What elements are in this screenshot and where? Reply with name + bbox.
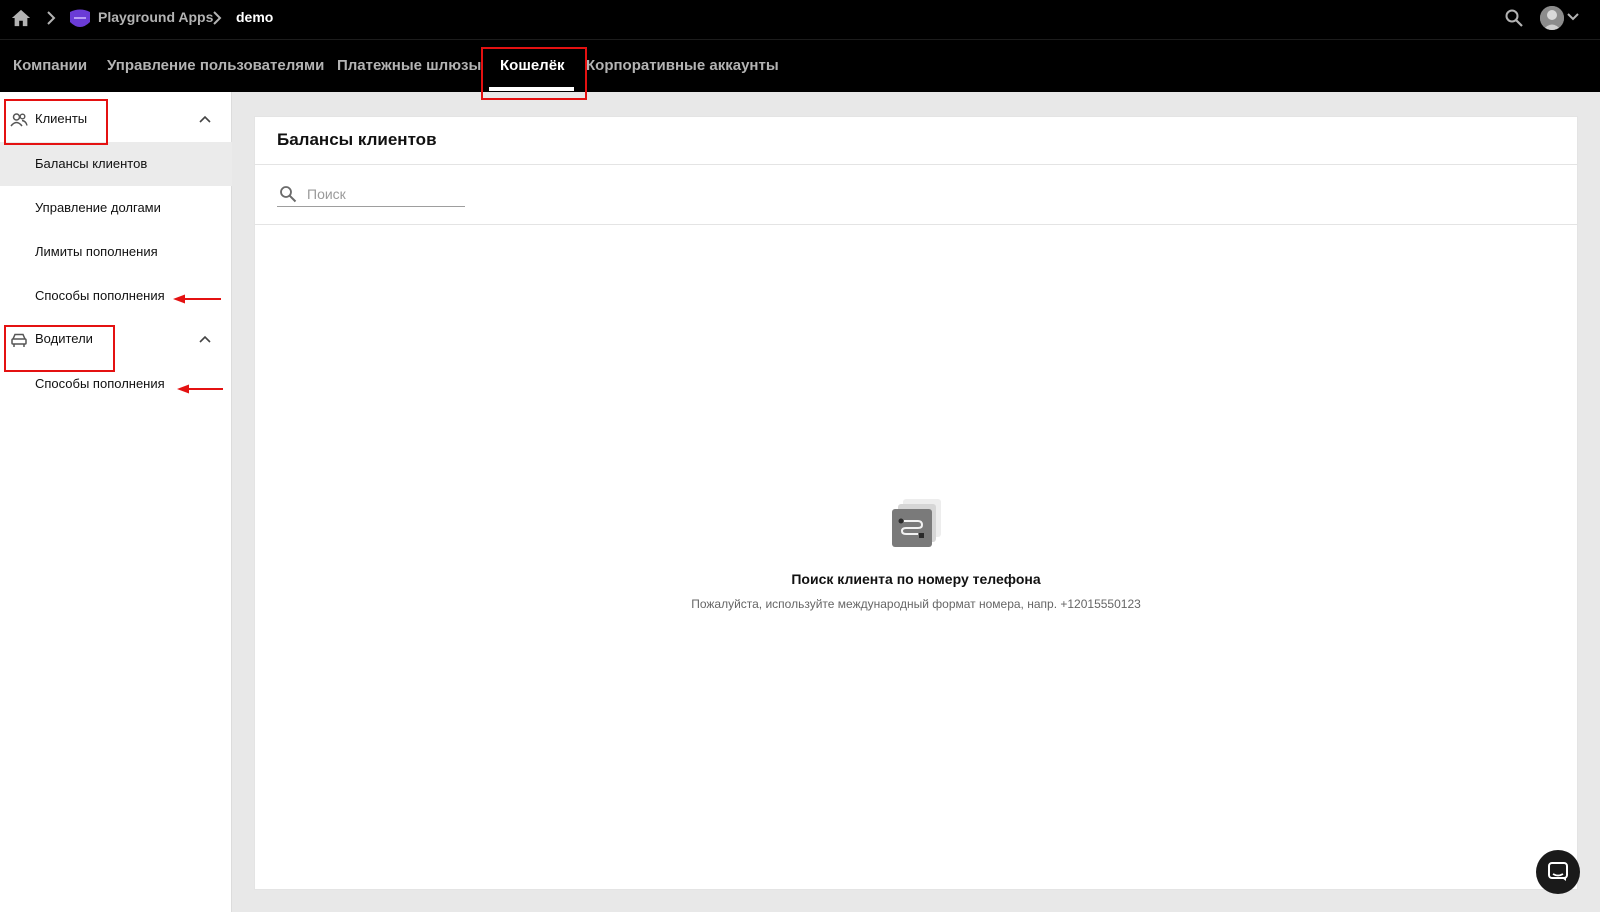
page-title: Балансы клиентов <box>277 130 437 149</box>
chevron-up-icon[interactable] <box>198 334 212 344</box>
annotation-arrow-icon <box>173 294 221 304</box>
sidebar-item-debt-management[interactable]: Управление долгами <box>0 186 232 230</box>
annotation-box-clients <box>4 99 108 145</box>
search-icon <box>280 186 297 203</box>
search-icon[interactable] <box>1504 8 1524 28</box>
sidebar-item-label: Балансы клиентов <box>35 156 148 171</box>
route-icon <box>892 499 941 547</box>
breadcrumb-current[interactable]: demo <box>236 9 273 25</box>
top-bar: Playground Apps demo <box>0 0 1600 40</box>
search-input[interactable] <box>307 183 461 205</box>
annotation-box-drivers <box>4 325 115 372</box>
sidebar-item-label: Управление долгами <box>35 200 161 215</box>
tab-companies[interactable]: Компании <box>13 57 87 74</box>
avatar[interactable] <box>1540 6 1564 30</box>
sidebar-item-topup-limits[interactable]: Лимиты пополнения <box>0 230 232 274</box>
empty-state-subtitle: Пожалуйста, используйте международный фо… <box>691 597 1141 611</box>
main-nav: Компании Управление пользователями Плате… <box>0 40 1600 92</box>
chevron-right-icon <box>47 11 56 25</box>
chevron-up-icon[interactable] <box>198 114 212 124</box>
divider <box>255 164 1577 165</box>
home-icon[interactable] <box>10 8 32 28</box>
empty-state-title: Поиск клиента по номеру телефона <box>791 571 1041 587</box>
sidebar: Клиенты Балансы клиентов Управление долг… <box>0 92 232 912</box>
tab-corporate-accounts[interactable]: Корпоративные аккаунты <box>586 57 779 74</box>
breadcrumb-app[interactable]: Playground Apps <box>98 9 213 25</box>
sidebar-item-label: Способы пополнения <box>35 376 165 391</box>
app-logo <box>70 9 90 27</box>
sidebar-item-client-balances[interactable]: Балансы клиентов <box>0 142 232 186</box>
annotation-arrow-icon <box>177 384 223 394</box>
content-card: Балансы клиентов Поиск клиента по номеру… <box>254 116 1578 890</box>
annotation-box-wallet-tab <box>481 47 587 100</box>
search-box <box>277 181 465 207</box>
chevron-down-icon[interactable] <box>1566 12 1580 22</box>
tab-user-management[interactable]: Управление пользователями <box>107 57 324 74</box>
sidebar-item-label: Способы пополнения <box>35 288 165 303</box>
sidebar-item-label: Лимиты пополнения <box>35 244 158 259</box>
chat-button[interactable] <box>1536 850 1580 894</box>
chat-icon <box>1548 862 1568 881</box>
divider <box>255 224 1577 225</box>
chevron-right-icon <box>213 11 222 25</box>
tab-payment-gateways[interactable]: Платежные шлюзы <box>337 57 481 74</box>
